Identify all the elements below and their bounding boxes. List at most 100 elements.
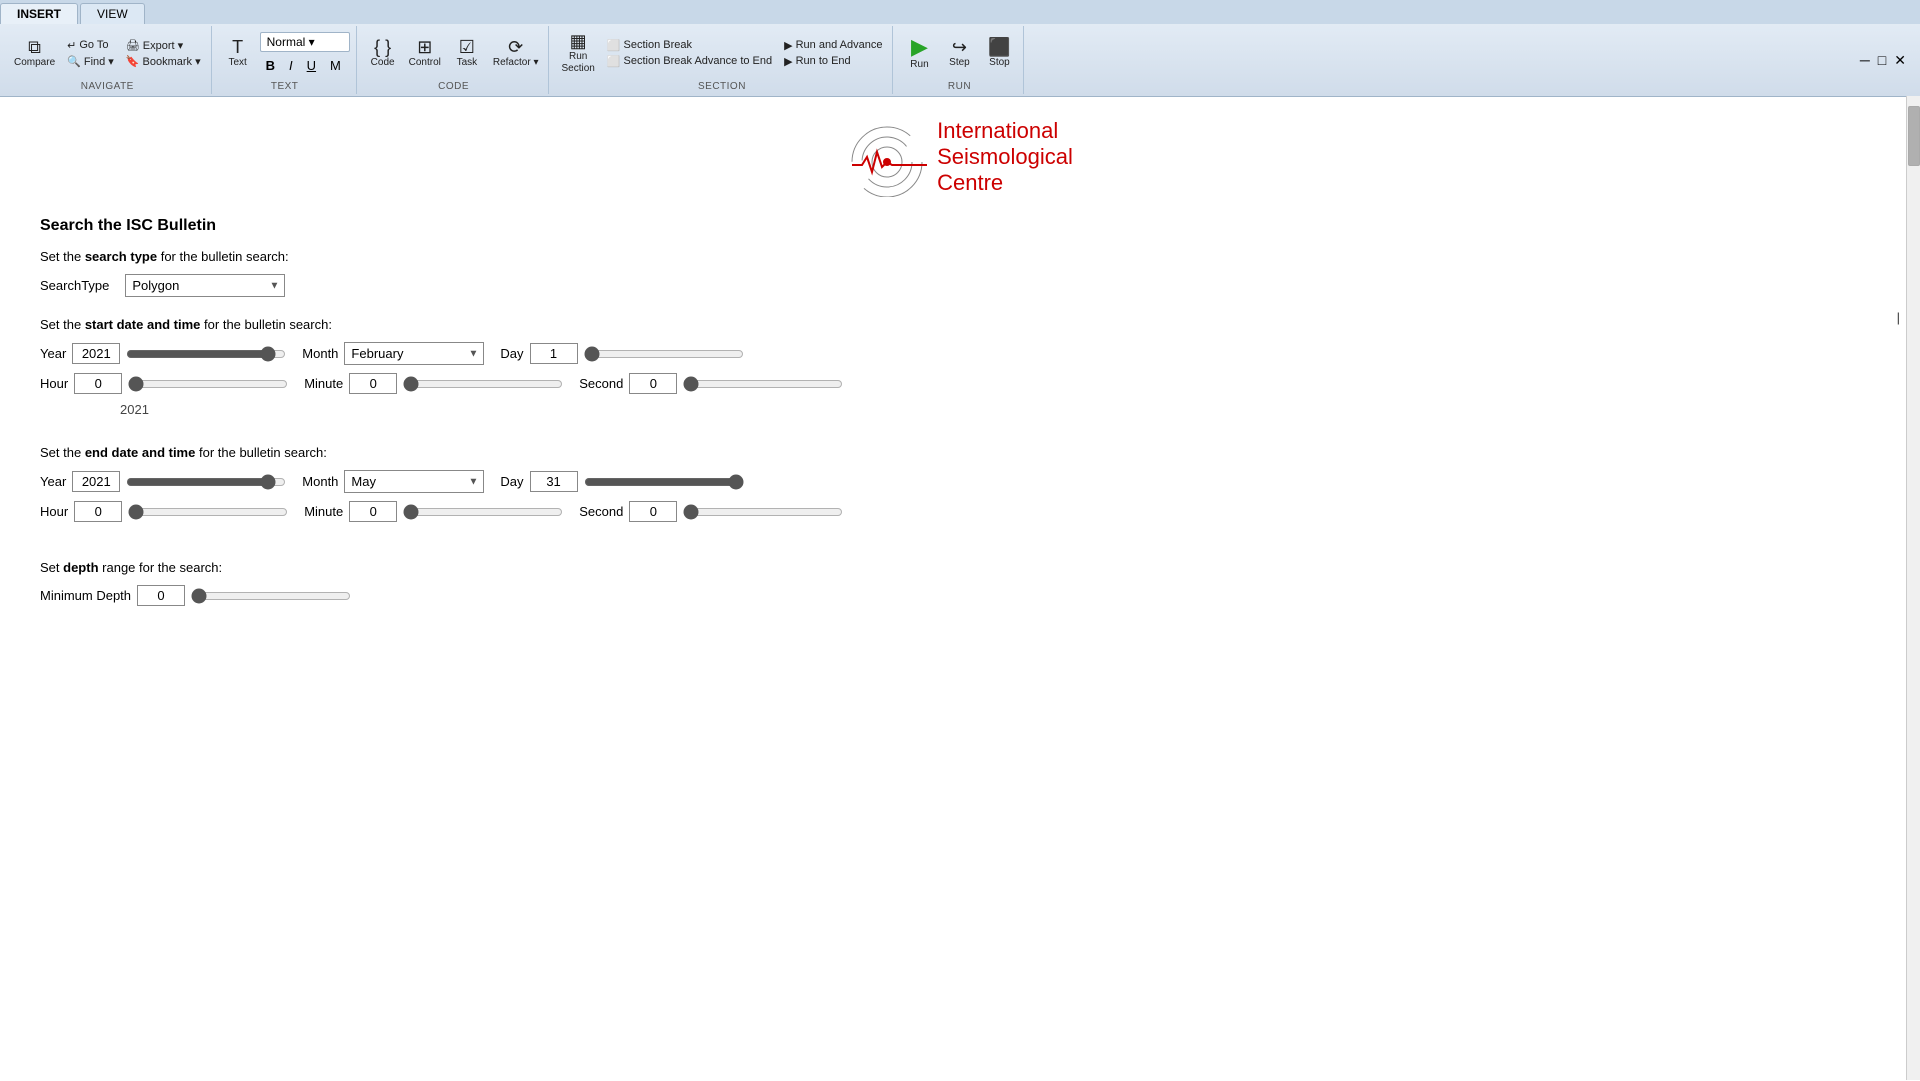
min-depth-slider[interactable] bbox=[191, 588, 351, 604]
start-minute-slider[interactable] bbox=[403, 376, 563, 392]
control-button[interactable]: ⊞ Control bbox=[405, 36, 445, 71]
end-minute-slider[interactable] bbox=[403, 504, 563, 520]
logo-svg bbox=[847, 117, 927, 197]
min-depth-field: Minimum Depth bbox=[40, 585, 351, 606]
start-year-slider[interactable] bbox=[126, 346, 286, 362]
end-month-field: Month January February March April May J… bbox=[302, 470, 484, 493]
find-icon: 🔍 bbox=[67, 55, 81, 68]
start-hour-input[interactable] bbox=[74, 373, 122, 394]
logo-text: International Seismological Centre bbox=[937, 118, 1073, 196]
start-hour-field: Hour bbox=[40, 373, 288, 394]
min-depth-input[interactable] bbox=[137, 585, 185, 606]
task-button[interactable]: ☑ Task bbox=[449, 36, 485, 71]
text-icon: T bbox=[232, 38, 243, 56]
page-title: Search the ISC Bulletin bbox=[40, 217, 1880, 235]
run-to-end-button[interactable]: ▶ Run to End bbox=[780, 54, 886, 69]
cursor-position: | bbox=[1897, 310, 1900, 325]
end-minute-input[interactable] bbox=[349, 501, 397, 522]
toolbar-group-run: ▶ Run ↪ Step ⬛ Stop RUN bbox=[895, 26, 1024, 94]
minimize-icon[interactable]: ─ bbox=[1858, 50, 1872, 70]
search-type-dropdown-wrapper: Polygon Rectangle Global bbox=[125, 274, 285, 297]
toolbar: INSERT VIEW ⧉ Compare ↵ Go To 🔍 Find ▾ bbox=[0, 0, 1920, 97]
math-button[interactable]: M bbox=[324, 56, 347, 75]
format-buttons: B I U M bbox=[260, 56, 350, 75]
step-button[interactable]: ↪ Step bbox=[941, 36, 977, 71]
toolbar-group-navigate: ⧉ Compare ↵ Go To 🔍 Find ▾ 🖨 bbox=[4, 26, 212, 94]
stop-icon: ⬛ bbox=[988, 38, 1010, 56]
text-format-group: Normal ▾ B I U M bbox=[260, 32, 350, 75]
main-content: International Seismological Centre Searc… bbox=[0, 97, 1920, 1081]
export-icon: 🖨 bbox=[126, 39, 140, 52]
end-row2: Hour Minute Second bbox=[40, 501, 1880, 522]
text-button[interactable]: T Text bbox=[220, 36, 256, 71]
run-to-end-icon: ▶ bbox=[784, 55, 792, 68]
normal-dropdown[interactable]: Normal ▾ bbox=[260, 32, 350, 52]
logo-area: International Seismological Centre bbox=[40, 117, 1880, 197]
start-day-slider[interactable] bbox=[584, 346, 744, 362]
end-day-slider[interactable] bbox=[584, 474, 744, 490]
stop-button[interactable]: ⬛ Stop bbox=[981, 36, 1017, 71]
run-button[interactable]: ▶ Run bbox=[901, 34, 937, 73]
run-advance-button[interactable]: ▶ Run and Advance bbox=[780, 38, 886, 53]
goto-button[interactable]: ↵ Go To bbox=[63, 38, 118, 53]
toolbar-tabs: INSERT VIEW bbox=[0, 0, 1920, 24]
start-month-select[interactable]: January February March April May June Ju… bbox=[344, 342, 484, 365]
section-break-icon: ⬜ bbox=[607, 39, 621, 52]
end-date-desc: Set the end date and time for the bullet… bbox=[40, 445, 1880, 460]
start-day-input[interactable] bbox=[530, 343, 578, 364]
start-day-field: Day bbox=[500, 343, 743, 364]
start-row1: Year Month January February March April … bbox=[40, 342, 1880, 365]
code-button[interactable]: { } Code bbox=[365, 36, 401, 71]
maximize-icon[interactable]: □ bbox=[1876, 50, 1888, 70]
end-second-input[interactable] bbox=[629, 501, 677, 522]
run-section-button[interactable]: ▦ RunSection bbox=[557, 30, 598, 77]
close-icon[interactable]: ✕ bbox=[1892, 50, 1908, 71]
control-icon: ⊞ bbox=[417, 38, 432, 56]
search-type-select[interactable]: Polygon Rectangle Global bbox=[125, 274, 285, 297]
end-month-select[interactable]: January February March April May June Ju… bbox=[344, 470, 484, 493]
task-icon: ☑ bbox=[459, 38, 475, 56]
end-day-input[interactable] bbox=[530, 471, 578, 492]
end-hour-slider[interactable] bbox=[128, 504, 288, 520]
tab-view[interactable]: VIEW bbox=[80, 3, 145, 24]
toolbar-right: ─ □ ✕ bbox=[1858, 26, 1916, 94]
scrollbar-thumb[interactable] bbox=[1908, 106, 1920, 166]
end-year-slider[interactable] bbox=[126, 474, 286, 490]
step-icon: ↪ bbox=[952, 38, 967, 56]
bold-button[interactable]: B bbox=[260, 56, 281, 75]
compare-button[interactable]: ⧉ Compare bbox=[10, 36, 59, 71]
start-minute-input[interactable] bbox=[349, 373, 397, 394]
end-minute-field: Minute bbox=[304, 501, 563, 522]
toolbar-body: ⧉ Compare ↵ Go To 🔍 Find ▾ 🖨 bbox=[0, 24, 1920, 96]
find-button[interactable]: 🔍 Find ▾ bbox=[63, 54, 118, 69]
code-label: CODE bbox=[438, 81, 469, 92]
search-type-desc: Set the search type for the bulletin sea… bbox=[40, 249, 1880, 264]
toolbar-group-text: T Text Normal ▾ B I U M TEXT bbox=[214, 26, 357, 94]
underline-button[interactable]: U bbox=[301, 56, 322, 75]
start-hour-slider[interactable] bbox=[128, 376, 288, 392]
bookmark-button[interactable]: 🔖 Bookmark ▾ bbox=[122, 54, 205, 69]
end-month-dropdown-wrapper: January February March April May June Ju… bbox=[344, 470, 484, 493]
start-minute-field: Minute bbox=[304, 373, 563, 394]
italic-button[interactable]: I bbox=[283, 56, 299, 75]
start-second-slider[interactable] bbox=[683, 376, 843, 392]
export-button[interactable]: 🖨 Export ▾ bbox=[122, 38, 205, 53]
toolbar-group-section: ▦ RunSection ⬜ Section Break ⬜ Section B… bbox=[551, 26, 893, 94]
run-icon: ▶ bbox=[911, 36, 928, 58]
end-second-slider[interactable] bbox=[683, 504, 843, 520]
end-hour-input[interactable] bbox=[74, 501, 122, 522]
text-label: TEXT bbox=[271, 81, 299, 92]
refactor-button[interactable]: ⟳ Refactor ▾ bbox=[489, 36, 543, 71]
tab-insert[interactable]: INSERT bbox=[0, 3, 78, 24]
start-year-input[interactable] bbox=[72, 343, 120, 364]
run-label: RUN bbox=[948, 81, 971, 92]
scrollbar[interactable] bbox=[1906, 96, 1920, 1080]
start-year-display: 2021 bbox=[120, 402, 1880, 417]
start-second-input[interactable] bbox=[629, 373, 677, 394]
run-advance-group: ▶ Run and Advance ▶ Run to End bbox=[780, 38, 886, 69]
end-year-input[interactable] bbox=[72, 471, 120, 492]
section-break-advance-button[interactable]: ⬜ Section Break Advance to End bbox=[603, 54, 776, 69]
section-break-button[interactable]: ⬜ Section Break bbox=[603, 38, 776, 53]
depth-row: Minimum Depth bbox=[40, 585, 1880, 606]
navigate-label: NAVIGATE bbox=[81, 81, 134, 92]
